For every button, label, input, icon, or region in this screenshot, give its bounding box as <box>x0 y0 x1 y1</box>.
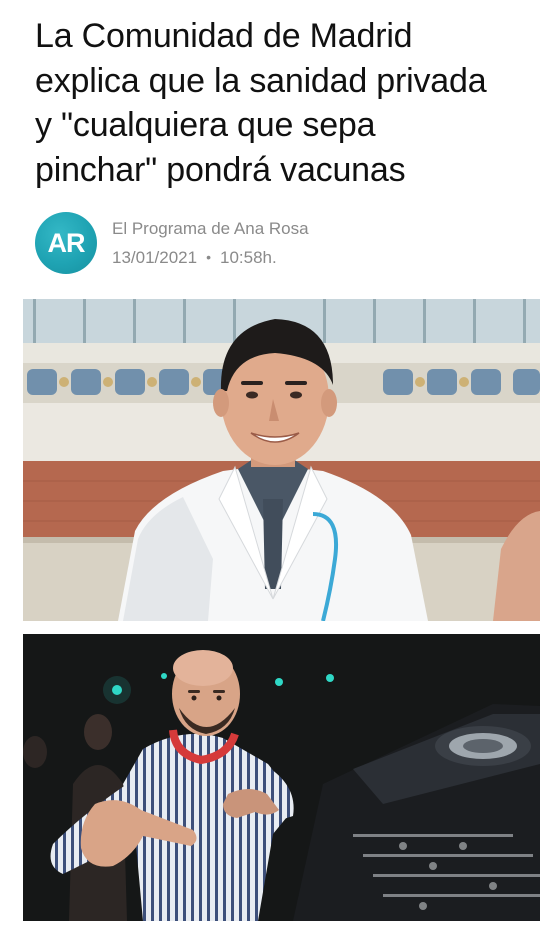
headline-line: La Comunidad de Madrid <box>35 17 413 55</box>
photo-dj-illustration <box>23 634 540 921</box>
article-photo-dj <box>23 634 540 921</box>
publish-time: 10:58h. <box>220 248 277 267</box>
article-photo-doctor <box>23 299 540 621</box>
headline-line: y "cualquiera que sepa <box>35 106 376 144</box>
publish-meta: 13/01/2021 • 10:58h. <box>112 248 277 268</box>
source-name[interactable]: El Programa de Ana Rosa <box>112 219 309 239</box>
ana-rosa-logo-icon[interactable]: AR <box>35 212 97 274</box>
headline-line: explica que la sanidad privada <box>35 61 487 100</box>
publish-date: 13/01/2021 <box>112 248 198 267</box>
photo-doctor-illustration <box>23 299 540 621</box>
meta-separator: • <box>206 249 211 265</box>
headline-line: pinchar" pondrá vacunas <box>35 150 406 189</box>
article-byline: AR El Programa de Ana Rosa 13/01/2021 • 10… <box>35 212 515 276</box>
article-headline: La Comunidad de Madrid explica que la sa… <box>35 14 535 192</box>
logo-text: AR <box>47 228 86 258</box>
